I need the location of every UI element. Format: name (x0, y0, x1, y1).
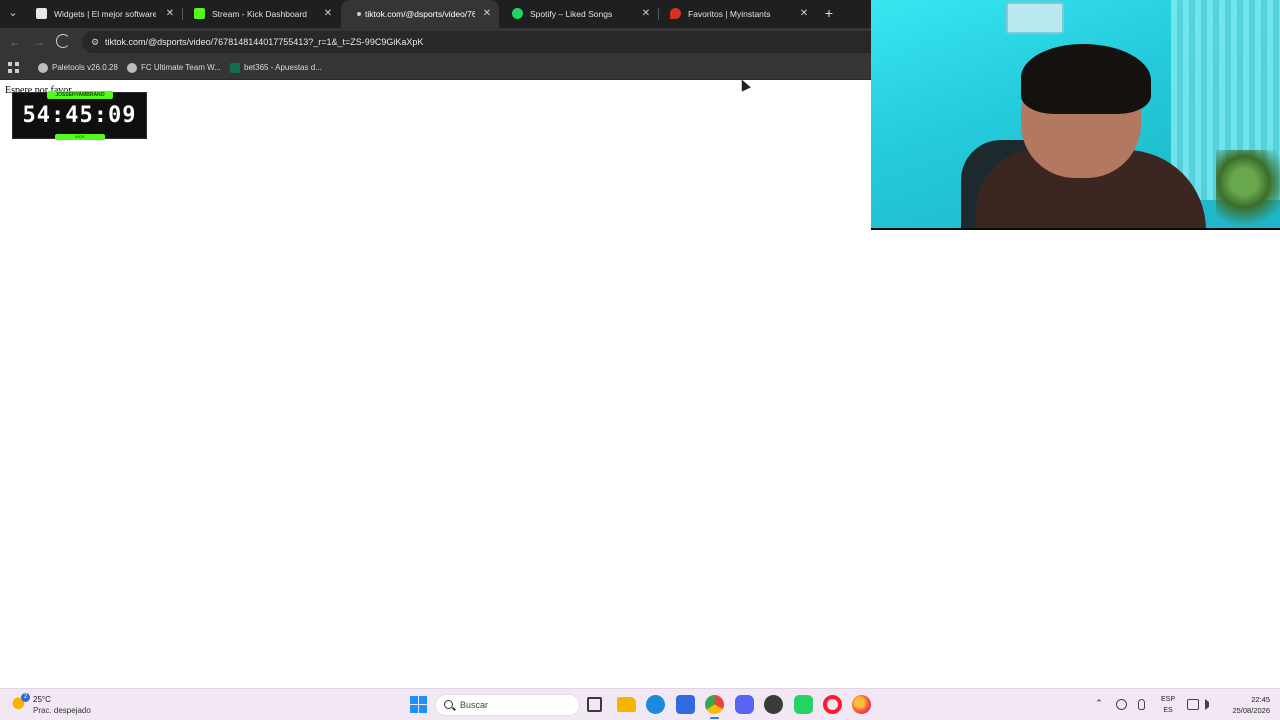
globe-icon (127, 62, 137, 73)
plant (1216, 150, 1280, 230)
tab-spotify[interactable]: Spotify – Liked Songs ✕ (500, 0, 658, 28)
tab-title: Stream - Kick Dashboard (212, 9, 307, 19)
microsoft-store-icon[interactable] (676, 695, 695, 714)
url-text[interactable]: tiktok.com/@dsports/video/76781481440177… (105, 31, 423, 53)
tab-title: Spotify – Liked Songs (530, 9, 613, 19)
timer-value: 54:45:09 (22, 103, 137, 128)
loading-favicon-icon (357, 12, 361, 16)
file-explorer-icon[interactable] (617, 697, 636, 712)
close-icon[interactable]: ✕ (798, 0, 810, 28)
webcam-overlay (871, 0, 1280, 230)
timer-brand: KICK (55, 134, 105, 140)
display-icon[interactable] (1187, 699, 1199, 710)
weather-widget[interactable]: 2 25°C Prac. despejado (12, 693, 102, 717)
windows-taskbar: 2 25°C Prac. despejado Buscar ⌃ ESP ES 2… (0, 688, 1280, 720)
forward-arrow-icon[interactable]: → (30, 33, 48, 51)
weather-temperature: 25°C (33, 695, 51, 704)
kick-favicon-icon (194, 8, 205, 19)
speaker-icon[interactable] (1205, 699, 1214, 710)
loading-spinner-icon[interactable] (56, 34, 70, 48)
streamer-hair (1021, 44, 1151, 114)
clock-date: 25/08/2026 (1232, 706, 1270, 715)
tab-widgets[interactable]: Widgets | El mejor software pa ✕ (24, 0, 182, 28)
show-hidden-icons-chevron-icon[interactable]: ⌃ (1094, 698, 1104, 708)
spotify-favicon-icon (512, 8, 523, 19)
bookmark-bet365[interactable]: bet365 - Apuestas d... (230, 56, 322, 80)
bookmark-label: FC Ultimate Team W... (141, 63, 221, 72)
bookmark-label: Paletools v26.0.28 (52, 63, 118, 72)
network-status-icon[interactable] (1116, 699, 1127, 710)
new-tab-icon[interactable]: + (820, 4, 838, 22)
obs-icon[interactable] (764, 695, 783, 714)
back-arrow-icon[interactable]: ← (6, 33, 24, 51)
subathon-timer-widget: JOSSEHYAMBRANO 54:45:09 KICK (12, 91, 147, 140)
weather-badge: 2 (21, 693, 30, 702)
browser-tab-strip: ⌄ Widgets | El mejor software pa ✕ Strea… (0, 0, 872, 28)
tab-search-icon[interactable]: ⌄ (4, 4, 22, 22)
close-icon[interactable]: ✕ (322, 0, 334, 28)
chrome-icon[interactable] (705, 695, 724, 719)
bookmark-paletools[interactable]: Paletools v26.0.28 (38, 56, 118, 80)
browser-toolbar: ← → ⚙ tiktok.com/@dsports/video/76781481… (0, 28, 872, 56)
timer-username: JOSSEHYAMBRANO (47, 91, 113, 99)
language-indicator[interactable]: ESP ES (1158, 694, 1178, 716)
search-placeholder: Buscar (460, 700, 489, 710)
taskbar-search[interactable]: Buscar (435, 694, 580, 716)
tab-title: Widgets | El mejor software pa (54, 9, 156, 19)
tab-title: Favoritos | Myinstants (688, 9, 771, 19)
myinstants-favicon-icon (670, 8, 681, 19)
site-info-icon[interactable]: ⚙ (88, 35, 102, 49)
discord-icon[interactable] (735, 695, 754, 714)
close-icon[interactable]: ✕ (640, 0, 652, 28)
language-primary: ESP (1160, 696, 1175, 703)
address-bar[interactable]: ⚙ tiktok.com/@dsports/video/767814814401… (82, 31, 872, 53)
opera-icon[interactable] (823, 695, 842, 714)
search-icon (444, 700, 453, 709)
widgets-favicon-icon (36, 8, 47, 19)
task-view-icon[interactable] (587, 697, 602, 712)
tab-title: tiktok.com/@dsports/video/76 (365, 9, 475, 19)
webcam-frame-edge (871, 228, 1280, 230)
air-conditioner (1006, 2, 1064, 34)
system-clock[interactable]: 22:45 25/08/2026 (1226, 694, 1270, 716)
firefox-icon[interactable] (852, 695, 871, 714)
bookmarks-bar: Paletools v26.0.28 FC Ultimate Team W...… (0, 56, 872, 80)
page-content: Espere por favor... (0, 80, 872, 688)
clock-time: 22:45 (1251, 695, 1270, 704)
bookmark-fc-ultimate-team[interactable]: FC Ultimate Team W... (127, 56, 221, 80)
close-icon[interactable]: ✕ (164, 0, 176, 28)
weather-condition: Prac. despejado (33, 706, 91, 715)
bookmark-label: bet365 - Apuestas d... (244, 63, 322, 72)
globe-icon (38, 62, 48, 73)
tab-tiktok[interactable]: tiktok.com/@dsports/video/76 ✕ (341, 0, 499, 28)
screen: ⌄ Widgets | El mejor software pa ✕ Strea… (0, 0, 1280, 720)
edge-icon[interactable] (646, 695, 665, 714)
tab-kick-dashboard[interactable]: Stream - Kick Dashboard ✕ (182, 0, 340, 28)
tab-myinstants[interactable]: Favoritos | Myinstants ✕ (658, 0, 816, 28)
bet365-icon (230, 62, 240, 73)
language-secondary: ES (1163, 707, 1173, 714)
microphone-icon[interactable] (1138, 699, 1145, 710)
close-icon[interactable]: ✕ (481, 0, 493, 28)
whatsapp-icon[interactable] (794, 695, 813, 714)
apps-grid-icon[interactable] (8, 62, 19, 73)
windows-start-icon[interactable] (410, 696, 427, 713)
